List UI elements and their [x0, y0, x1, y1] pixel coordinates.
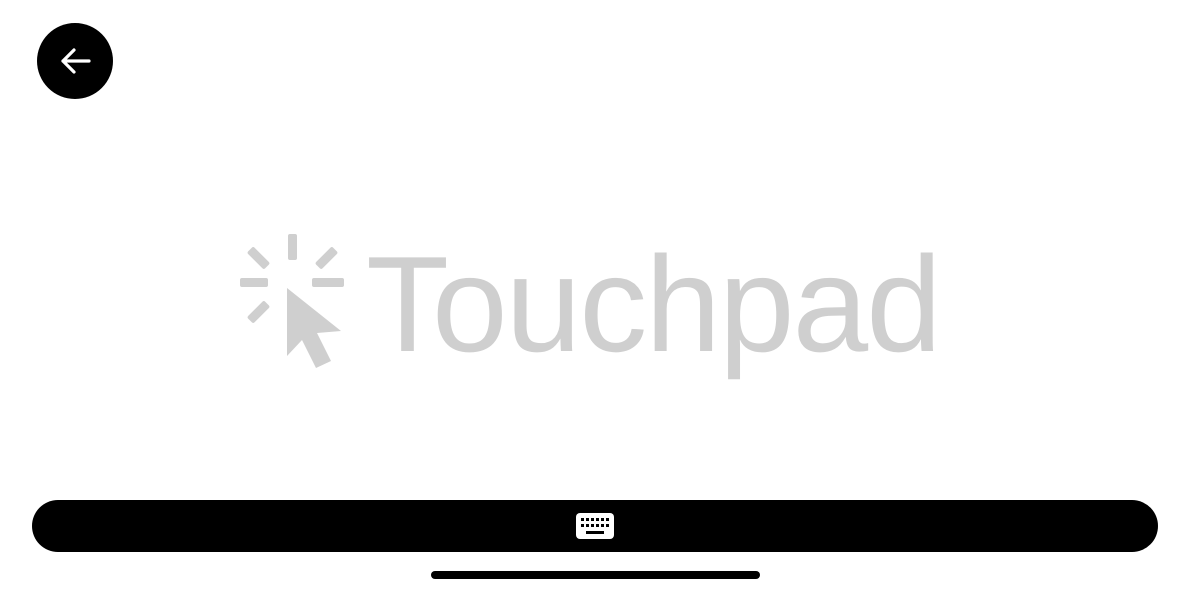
touchpad-surface[interactable] — [0, 110, 1194, 490]
arrow-left-icon — [61, 48, 91, 74]
keyboard-toggle-bar[interactable] — [32, 500, 1158, 552]
home-indicator[interactable] — [431, 571, 760, 579]
keyboard-icon — [576, 513, 614, 539]
back-button[interactable] — [37, 23, 113, 99]
